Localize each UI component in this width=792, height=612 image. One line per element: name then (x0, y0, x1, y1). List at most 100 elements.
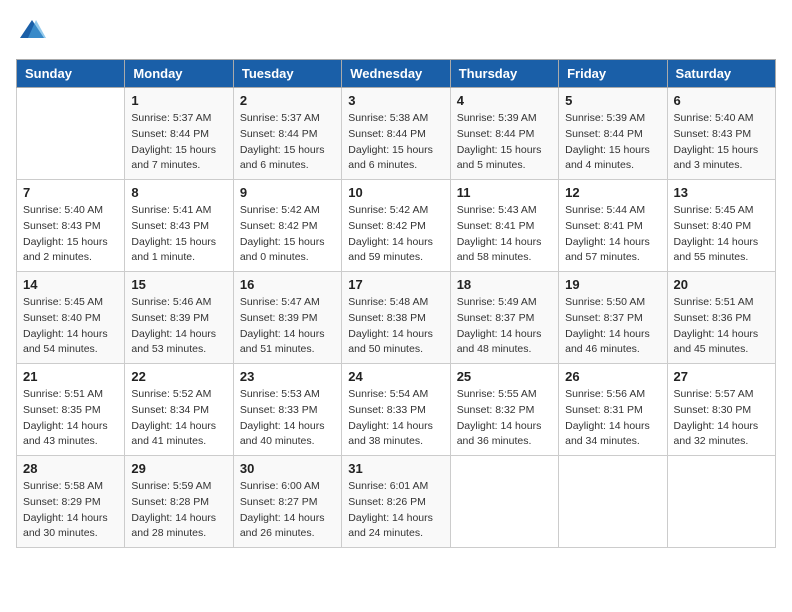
day-number: 7 (23, 185, 118, 200)
calendar-day-cell: 1Sunrise: 5:37 AMSunset: 8:44 PMDaylight… (125, 88, 233, 180)
calendar-body: 1Sunrise: 5:37 AMSunset: 8:44 PMDaylight… (17, 88, 776, 548)
day-info: Sunrise: 5:59 AMSunset: 8:28 PMDaylight:… (131, 479, 226, 542)
calendar-day-cell: 3 Sunrise: 5:38 AMSunset: 8:44 PMDaylight… (342, 88, 450, 180)
calendar-day-cell: 10 Sunrise: 5:42 AMSunset: 8:42 PMDayligh… (342, 180, 450, 272)
page-header (16, 16, 776, 49)
calendar-day-cell (559, 456, 667, 548)
day-info: Sunrise: 5:50 AMSunset: 8:37 PMDaylight:… (565, 295, 660, 358)
calendar-day-cell: 18Sunrise: 5:49 AMSunset: 8:37 PMDayligh… (450, 272, 558, 364)
calendar-day-cell: 26 Sunrise: 5:56 AMSunset: 8:31 PMDayligh… (559, 364, 667, 456)
day-info: Sunrise: 5:47 AMSunset: 8:39 PMDaylight:… (240, 295, 335, 358)
day-info: Sunrise: 5:58 AMSunset: 8:29 PMDaylight:… (23, 479, 118, 542)
day-info: Sunrise: 5:38 AMSunset: 8:44 PMDaylight:… (348, 111, 443, 174)
day-info: Sunrise: 5:40 AMSunset: 8:43 PMDaylight:… (23, 203, 118, 266)
day-info: Sunrise: 5:37 AMSunset: 8:44 PMDaylight:… (131, 111, 226, 174)
calendar-day-cell (17, 88, 125, 180)
day-info: Sunrise: 5:53 AMSunset: 8:33 PMDaylight:… (240, 387, 335, 450)
calendar-day-cell: 20 Sunrise: 5:51 AMSunset: 8:36 PMDayligh… (667, 272, 775, 364)
day-info: Sunrise: 5:51 AMSunset: 8:35 PMDaylight:… (23, 387, 118, 450)
day-number: 12 (565, 185, 660, 200)
day-number: 10 (348, 185, 443, 200)
day-info: Sunrise: 5:46 AMSunset: 8:39 PMDaylight:… (131, 295, 226, 358)
day-number: 13 (674, 185, 769, 200)
day-info: Sunrise: 5:39 AMSunset: 8:44 PMDaylight:… (457, 111, 552, 174)
calendar-header-row: SundayMondayTuesdayWednesdayThursdayFrid… (17, 60, 776, 88)
calendar-day-cell: 25 Sunrise: 5:55 AMSunset: 8:32 PMDayligh… (450, 364, 558, 456)
calendar-week-row: 14 Sunrise: 5:45 AMSunset: 8:40 PMDayligh… (17, 272, 776, 364)
logo-icon (18, 16, 46, 44)
calendar-day-cell: 5 Sunrise: 5:39 AMSunset: 8:44 PMDaylight… (559, 88, 667, 180)
weekday-header: Monday (125, 60, 233, 88)
day-info: Sunrise: 6:00 AMSunset: 8:27 PMDaylight:… (240, 479, 335, 542)
day-number: 3 (348, 93, 443, 108)
day-number: 22 (131, 369, 226, 384)
day-number: 16 (240, 277, 335, 292)
day-info: Sunrise: 5:55 AMSunset: 8:32 PMDaylight:… (457, 387, 552, 450)
calendar-week-row: 7 Sunrise: 5:40 AMSunset: 8:43 PMDaylight… (17, 180, 776, 272)
day-info: Sunrise: 5:57 AMSunset: 8:30 PMDaylight:… (674, 387, 769, 450)
day-number: 8 (131, 185, 226, 200)
day-number: 15 (131, 277, 226, 292)
logo-text (16, 16, 46, 49)
day-number: 23 (240, 369, 335, 384)
day-info: Sunrise: 5:43 AMSunset: 8:41 PMDaylight:… (457, 203, 552, 266)
day-number: 18 (457, 277, 552, 292)
calendar-day-cell: 11 Sunrise: 5:43 AMSunset: 8:41 PMDayligh… (450, 180, 558, 272)
day-info: Sunrise: 5:41 AMSunset: 8:43 PMDaylight:… (131, 203, 226, 266)
day-number: 4 (457, 93, 552, 108)
day-info: Sunrise: 5:45 AMSunset: 8:40 PMDaylight:… (23, 295, 118, 358)
day-info: Sunrise: 5:39 AMSunset: 8:44 PMDaylight:… (565, 111, 660, 174)
calendar-day-cell: 6 Sunrise: 5:40 AMSunset: 8:43 PMDaylight… (667, 88, 775, 180)
calendar-day-cell: 19 Sunrise: 5:50 AMSunset: 8:37 PMDayligh… (559, 272, 667, 364)
calendar-day-cell: 4 Sunrise: 5:39 AMSunset: 8:44 PMDaylight… (450, 88, 558, 180)
calendar-week-row: 21 Sunrise: 5:51 AMSunset: 8:35 PMDayligh… (17, 364, 776, 456)
calendar-day-cell: 17Sunrise: 5:48 AMSunset: 8:38 PMDayligh… (342, 272, 450, 364)
day-number: 5 (565, 93, 660, 108)
calendar-day-cell: 14 Sunrise: 5:45 AMSunset: 8:40 PMDayligh… (17, 272, 125, 364)
calendar-day-cell: 12 Sunrise: 5:44 AMSunset: 8:41 PMDayligh… (559, 180, 667, 272)
day-number: 19 (565, 277, 660, 292)
weekday-header: Tuesday (233, 60, 341, 88)
calendar-day-cell: 15 Sunrise: 5:46 AMSunset: 8:39 PMDayligh… (125, 272, 233, 364)
day-number: 24 (348, 369, 443, 384)
day-number: 30 (240, 461, 335, 476)
day-number: 6 (674, 93, 769, 108)
weekday-header: Friday (559, 60, 667, 88)
day-info: Sunrise: 5:54 AMSunset: 8:33 PMDaylight:… (348, 387, 443, 450)
day-info: Sunrise: 5:51 AMSunset: 8:36 PMDaylight:… (674, 295, 769, 358)
day-number: 21 (23, 369, 118, 384)
day-info: Sunrise: 5:56 AMSunset: 8:31 PMDaylight:… (565, 387, 660, 450)
day-number: 14 (23, 277, 118, 292)
day-number: 2 (240, 93, 335, 108)
day-number: 28 (23, 461, 118, 476)
calendar-day-cell: 27 Sunrise: 5:57 AMSunset: 8:30 PMDayligh… (667, 364, 775, 456)
calendar-day-cell: 13Sunrise: 5:45 AMSunset: 8:40 PMDayligh… (667, 180, 775, 272)
day-info: Sunrise: 5:52 AMSunset: 8:34 PMDaylight:… (131, 387, 226, 450)
day-info: Sunrise: 5:42 AMSunset: 8:42 PMDaylight:… (240, 203, 335, 266)
day-info: Sunrise: 5:44 AMSunset: 8:41 PMDaylight:… (565, 203, 660, 266)
calendar-day-cell: 30 Sunrise: 6:00 AMSunset: 8:27 PMDayligh… (233, 456, 341, 548)
calendar-week-row: 1Sunrise: 5:37 AMSunset: 8:44 PMDaylight… (17, 88, 776, 180)
day-info: Sunrise: 5:40 AMSunset: 8:43 PMDaylight:… (674, 111, 769, 174)
day-number: 31 (348, 461, 443, 476)
day-number: 9 (240, 185, 335, 200)
calendar-table: SundayMondayTuesdayWednesdayThursdayFrid… (16, 59, 776, 548)
weekday-header: Saturday (667, 60, 775, 88)
calendar-day-cell: 23 Sunrise: 5:53 AMSunset: 8:33 PMDayligh… (233, 364, 341, 456)
day-number: 20 (674, 277, 769, 292)
calendar-day-cell: 9 Sunrise: 5:42 AMSunset: 8:42 PMDaylight… (233, 180, 341, 272)
calendar-day-cell: 16 Sunrise: 5:47 AMSunset: 8:39 PMDayligh… (233, 272, 341, 364)
calendar-day-cell: 22 Sunrise: 5:52 AMSunset: 8:34 PMDayligh… (125, 364, 233, 456)
calendar-day-cell: 2Sunrise: 5:37 AMSunset: 8:44 PMDaylight… (233, 88, 341, 180)
day-number: 26 (565, 369, 660, 384)
calendar-day-cell: 28 Sunrise: 5:58 AMSunset: 8:29 PMDayligh… (17, 456, 125, 548)
day-number: 11 (457, 185, 552, 200)
weekday-header: Thursday (450, 60, 558, 88)
calendar-week-row: 28 Sunrise: 5:58 AMSunset: 8:29 PMDayligh… (17, 456, 776, 548)
day-info: Sunrise: 5:42 AMSunset: 8:42 PMDaylight:… (348, 203, 443, 266)
calendar-day-cell: 24 Sunrise: 5:54 AMSunset: 8:33 PMDayligh… (342, 364, 450, 456)
day-number: 25 (457, 369, 552, 384)
weekday-header: Wednesday (342, 60, 450, 88)
day-number: 27 (674, 369, 769, 384)
logo (16, 16, 46, 49)
